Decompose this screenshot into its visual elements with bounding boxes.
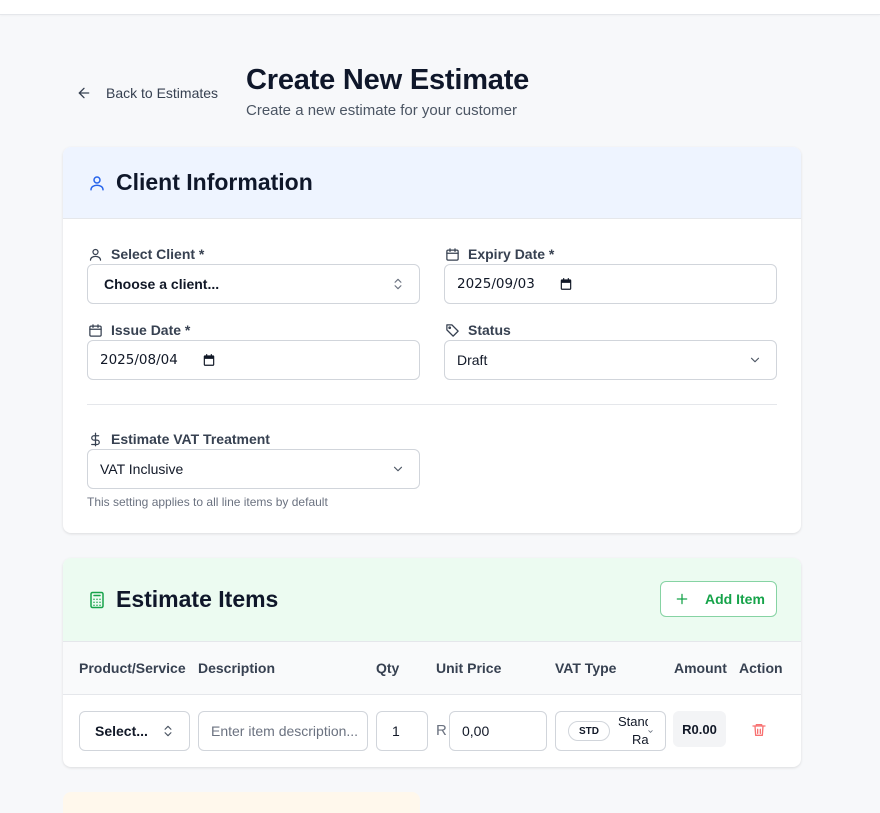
calendar-icon[interactable] [559,277,573,291]
column-header-description: Description [198,660,276,676]
client-select-value: Choose a client... [104,276,220,292]
calendar-icon[interactable] [202,353,216,367]
trash-icon[interactable] [751,722,767,738]
tag-icon [446,323,459,337]
column-header-unit-price: Unit Price [436,660,502,676]
items-table-header: Product/Service Description Qty Unit Pri… [63,642,801,695]
vat-type-text-line1: Stand [618,714,648,729]
currency-symbol: R [436,722,447,739]
expiry-date-label: Expiry Date * [445,246,554,262]
user-icon [90,175,104,190]
vat-treatment-label: Estimate VAT Treatment [88,431,270,447]
calculator-icon [90,591,104,608]
issue-date-input[interactable]: 2025/08/04 [87,340,420,380]
items-card-title: Estimate Items [116,586,279,612]
qty-value: 1 [392,723,400,739]
add-item-label: Add Item [705,591,765,607]
issue-date-label: Issue Date * [88,322,190,338]
chevron-down-icon [393,466,403,472]
column-header-action: Action [739,660,783,676]
description-placeholder: Enter item description... [211,723,359,739]
column-header-vat-type: VAT Type [555,660,617,676]
column-header-qty: Qty [376,660,400,676]
expiry-date-value: 2025/09/03 [457,276,535,292]
back-label: Back to Estimates [106,85,219,101]
section-divider [87,404,777,405]
unit-price-value: 0,00 [462,723,490,739]
arrow-left-icon [78,87,90,99]
product-select[interactable]: Select... [79,711,190,751]
back-to-estimates-link[interactable]: Back to Estimates [76,84,218,102]
qty-input[interactable]: 1 [376,711,428,751]
vat-treatment-label-text: Estimate VAT Treatment [111,431,270,447]
status-select[interactable]: Draft [444,340,777,380]
expiry-date-label-text: Expiry Date * [468,246,555,262]
vat-treatment-hint: This setting applies to all line items b… [87,495,328,509]
next-section-card [63,792,420,813]
client-card-header: Client Information [63,147,801,219]
description-input[interactable]: Enter item description... [198,711,368,751]
select-client-label: Select Client * [88,246,204,262]
table-row: Select... Enter item description... 1 R … [63,695,801,767]
estimate-items-card: Estimate Items Add Item Product/Service … [63,558,801,767]
plus-icon [676,593,688,605]
issue-date-value: 2025/08/04 [100,352,178,368]
user-icon [89,248,102,261]
chevron-down-icon [750,357,760,363]
expiry-date-input[interactable]: 2025/09/03 [444,264,777,304]
chevron-down-icon [648,730,653,733]
chevron-up-down-icon [164,725,172,737]
status-label-text: Status [468,322,511,338]
issue-date-label-text: Issue Date * [111,322,191,338]
calendar-icon [89,323,102,337]
dollar-icon [91,432,100,446]
column-header-amount: Amount [674,660,727,676]
status-select-value: Draft [457,352,488,368]
client-select[interactable]: Choose a client... [87,264,420,304]
top-bar [0,0,880,15]
add-item-button[interactable]: Add Item [660,581,777,617]
vat-treatment-value: VAT Inclusive [100,461,184,477]
vat-type-select[interactable]: STD Stand Ra [555,711,666,751]
calendar-icon [446,247,459,261]
page-title: Create New Estimate [246,64,530,96]
status-label: Status [445,322,511,338]
client-card-title: Client Information [116,169,313,195]
items-card-header: Estimate Items Add Item [63,558,801,642]
product-select-value: Select... [95,723,148,739]
vat-treatment-select[interactable]: VAT Inclusive [87,449,420,489]
column-header-product: Product/Service [79,660,186,676]
select-client-label-text: Select Client * [111,246,205,262]
chevron-up-down-icon [394,278,402,290]
page-subtitle: Create a new estimate for your customer [246,102,517,119]
amount-value: R0.00 [673,711,726,747]
unit-price-input[interactable]: 0,00 [449,711,547,751]
vat-type-badge: STD [568,721,610,741]
client-information-card: Client Information Select Client * Choos… [63,147,801,533]
